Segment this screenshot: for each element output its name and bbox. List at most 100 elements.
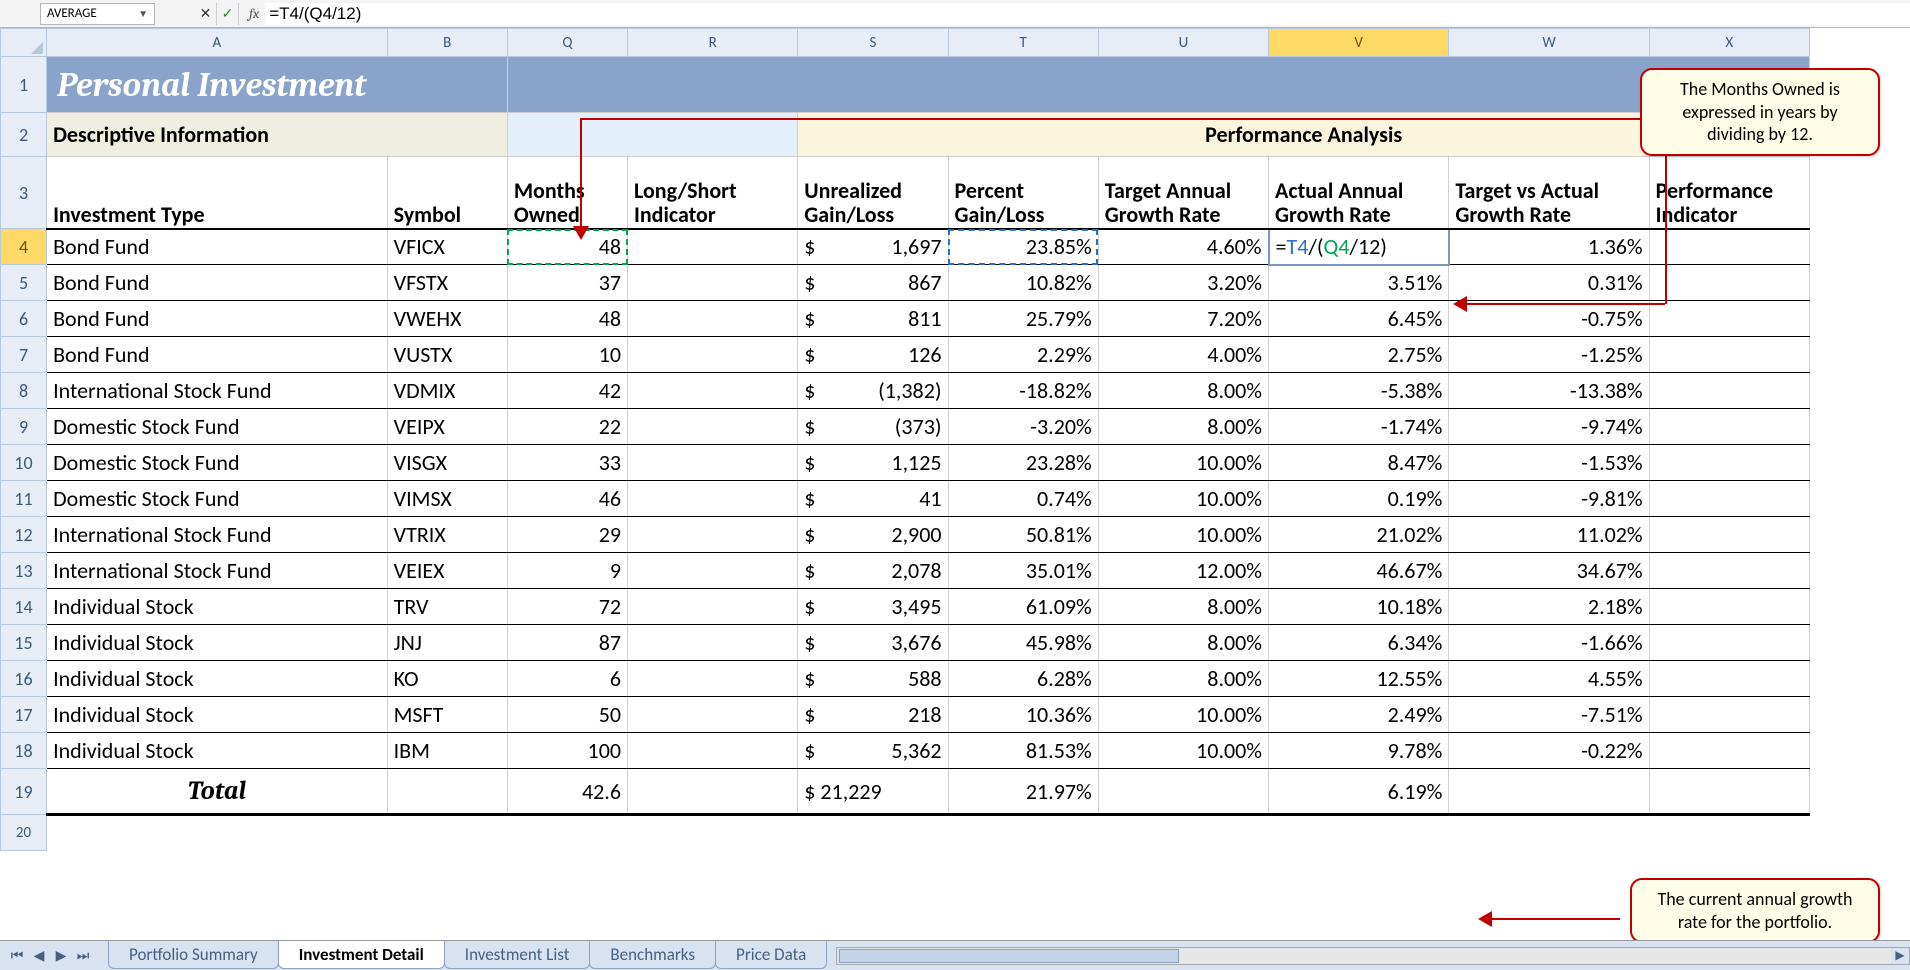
row-header-1[interactable]: 1 bbox=[1, 57, 47, 113]
row-header-20[interactable]: 20 bbox=[1, 815, 47, 851]
col-header-B[interactable]: B bbox=[387, 29, 507, 57]
cell-gain-4[interactable]: $1,697 bbox=[798, 229, 948, 265]
cell-target-10[interactable]: 10.00% bbox=[1098, 445, 1268, 481]
name-box-dropdown-icon[interactable]: ▼ bbox=[138, 7, 148, 20]
cell-actual-7[interactable]: 2.75% bbox=[1269, 337, 1449, 373]
cell-perf-15[interactable] bbox=[1649, 625, 1809, 661]
enter-formula-button[interactable]: ✓ bbox=[217, 3, 239, 25]
banner-extend[interactable] bbox=[507, 57, 1809, 113]
row-header-10[interactable]: 10 bbox=[1, 445, 47, 481]
cell-actual-6[interactable]: 6.45% bbox=[1269, 301, 1449, 337]
cell-tva-11[interactable]: -9.81% bbox=[1449, 481, 1649, 517]
cell-ls-13[interactable] bbox=[628, 553, 798, 589]
cell-pct-16[interactable]: 6.28% bbox=[948, 661, 1098, 697]
row-header-7[interactable]: 7 bbox=[1, 337, 47, 373]
cell-gain-15[interactable]: $3,676 bbox=[798, 625, 948, 661]
row-header-11[interactable]: 11 bbox=[1, 481, 47, 517]
cell-tva-5[interactable]: 0.31% bbox=[1449, 265, 1649, 301]
cell-target-6[interactable]: 7.20% bbox=[1098, 301, 1268, 337]
sheet-tab-benchmarks[interactable]: Benchmarks bbox=[589, 941, 716, 969]
hdr-investment-type[interactable]: Investment Type bbox=[47, 157, 388, 229]
cell-target-8[interactable]: 8.00% bbox=[1098, 373, 1268, 409]
cell-tva-8[interactable]: -13.38% bbox=[1449, 373, 1649, 409]
cell-target-4[interactable]: 4.60% bbox=[1098, 229, 1268, 265]
cell-months-15[interactable]: 87 bbox=[507, 625, 627, 661]
col-header-X[interactable]: X bbox=[1649, 29, 1809, 57]
cell-ls-8[interactable] bbox=[628, 373, 798, 409]
cell-perf-11[interactable] bbox=[1649, 481, 1809, 517]
scrollbar-thumb[interactable] bbox=[839, 949, 1179, 963]
cell-ls-17[interactable] bbox=[628, 697, 798, 733]
hdr-target-vs-actual[interactable]: Target vs Actual Growth Rate bbox=[1449, 157, 1649, 229]
cell-target-17[interactable]: 10.00% bbox=[1098, 697, 1268, 733]
sheet-tab-investment-detail[interactable]: Investment Detail bbox=[278, 941, 445, 969]
cell-tva-13[interactable]: 34.67% bbox=[1449, 553, 1649, 589]
cell-tva-18[interactable]: -0.22% bbox=[1449, 733, 1649, 769]
cell-tva-17[interactable]: -7.51% bbox=[1449, 697, 1649, 733]
sheet-tab-price-data[interactable]: Price Data bbox=[715, 941, 827, 969]
cell-ls-5[interactable] bbox=[628, 265, 798, 301]
cell-gain-9[interactable]: $(373) bbox=[798, 409, 948, 445]
cell-months-5[interactable]: 37 bbox=[507, 265, 627, 301]
row-20-empty[interactable] bbox=[47, 815, 1810, 851]
cell-perf-14[interactable] bbox=[1649, 589, 1809, 625]
fx-icon[interactable]: fx bbox=[249, 5, 259, 22]
cell-sym-18[interactable]: IBM bbox=[387, 733, 507, 769]
row-header-13[interactable]: 13 bbox=[1, 553, 47, 589]
row-header-19[interactable]: 19 bbox=[1, 769, 47, 815]
cell-actual-17[interactable]: 2.49% bbox=[1269, 697, 1449, 733]
cell-type-14[interactable]: Individual Stock bbox=[47, 589, 388, 625]
cell-perf-10[interactable] bbox=[1649, 445, 1809, 481]
cell-type-7[interactable]: Bond Fund bbox=[47, 337, 388, 373]
cell-perf-17[interactable] bbox=[1649, 697, 1809, 733]
cell-ls-16[interactable] bbox=[628, 661, 798, 697]
cell-perf-9[interactable] bbox=[1649, 409, 1809, 445]
cell-gain-16[interactable]: $588 bbox=[798, 661, 948, 697]
cell-gain-6[interactable]: $811 bbox=[798, 301, 948, 337]
cell-sym-6[interactable]: VWEHX bbox=[387, 301, 507, 337]
cell-pct-13[interactable]: 35.01% bbox=[948, 553, 1098, 589]
cell-pct-12[interactable]: 50.81% bbox=[948, 517, 1098, 553]
cell-ls-9[interactable] bbox=[628, 409, 798, 445]
hdr-long-short[interactable]: Long/Short Indicator bbox=[628, 157, 798, 229]
total-months[interactable]: 42.6 bbox=[507, 769, 627, 815]
cell-perf-8[interactable] bbox=[1649, 373, 1809, 409]
cell-tva-10[interactable]: -1.53% bbox=[1449, 445, 1649, 481]
cell-perf-7[interactable] bbox=[1649, 337, 1809, 373]
cell-target-11[interactable]: 10.00% bbox=[1098, 481, 1268, 517]
cell-type-13[interactable]: International Stock Fund bbox=[47, 553, 388, 589]
cell-target-5[interactable]: 3.20% bbox=[1098, 265, 1268, 301]
cell-sym-4[interactable]: VFICX bbox=[387, 229, 507, 265]
total-w[interactable] bbox=[1449, 769, 1649, 815]
tab-nav-first-icon[interactable]: ⏮ bbox=[7, 946, 27, 966]
cell-sym-16[interactable]: KO bbox=[387, 661, 507, 697]
name-box[interactable]: AVERAGE ▼ bbox=[40, 3, 155, 25]
total-u[interactable] bbox=[1098, 769, 1268, 815]
cell-sym-7[interactable]: VUSTX bbox=[387, 337, 507, 373]
cell-months-6[interactable]: 48 bbox=[507, 301, 627, 337]
total-label[interactable]: Total bbox=[47, 769, 388, 815]
cell-pct-18[interactable]: 81.53% bbox=[948, 733, 1098, 769]
cell-pct-9[interactable]: -3.20% bbox=[948, 409, 1098, 445]
scroll-right-icon[interactable]: ▶ bbox=[1891, 948, 1909, 964]
cell-target-16[interactable]: 8.00% bbox=[1098, 661, 1268, 697]
cell-target-18[interactable]: 10.00% bbox=[1098, 733, 1268, 769]
total-sym[interactable] bbox=[387, 769, 507, 815]
cell-sym-12[interactable]: VTRIX bbox=[387, 517, 507, 553]
cell-actual-15[interactable]: 6.34% bbox=[1269, 625, 1449, 661]
row-header-6[interactable]: 6 bbox=[1, 301, 47, 337]
cell-months-11[interactable]: 46 bbox=[507, 481, 627, 517]
hdr-actual-annual[interactable]: Actual Annual Growth Rate bbox=[1269, 157, 1449, 229]
cell-months-18[interactable]: 100 bbox=[507, 733, 627, 769]
cell-months-8[interactable]: 42 bbox=[507, 373, 627, 409]
cell-type-11[interactable]: Domestic Stock Fund bbox=[47, 481, 388, 517]
cell-actual-8[interactable]: -5.38% bbox=[1269, 373, 1449, 409]
cell-type-17[interactable]: Individual Stock bbox=[47, 697, 388, 733]
cell-type-8[interactable]: International Stock Fund bbox=[47, 373, 388, 409]
cell-tva-6[interactable]: -0.75% bbox=[1449, 301, 1649, 337]
cell-actual-18[interactable]: 9.78% bbox=[1269, 733, 1449, 769]
sheet-tab-investment-list[interactable]: Investment List bbox=[444, 941, 591, 969]
cell-target-12[interactable]: 10.00% bbox=[1098, 517, 1268, 553]
col-header-U[interactable]: U bbox=[1098, 29, 1268, 57]
cell-actual-16[interactable]: 12.55% bbox=[1269, 661, 1449, 697]
